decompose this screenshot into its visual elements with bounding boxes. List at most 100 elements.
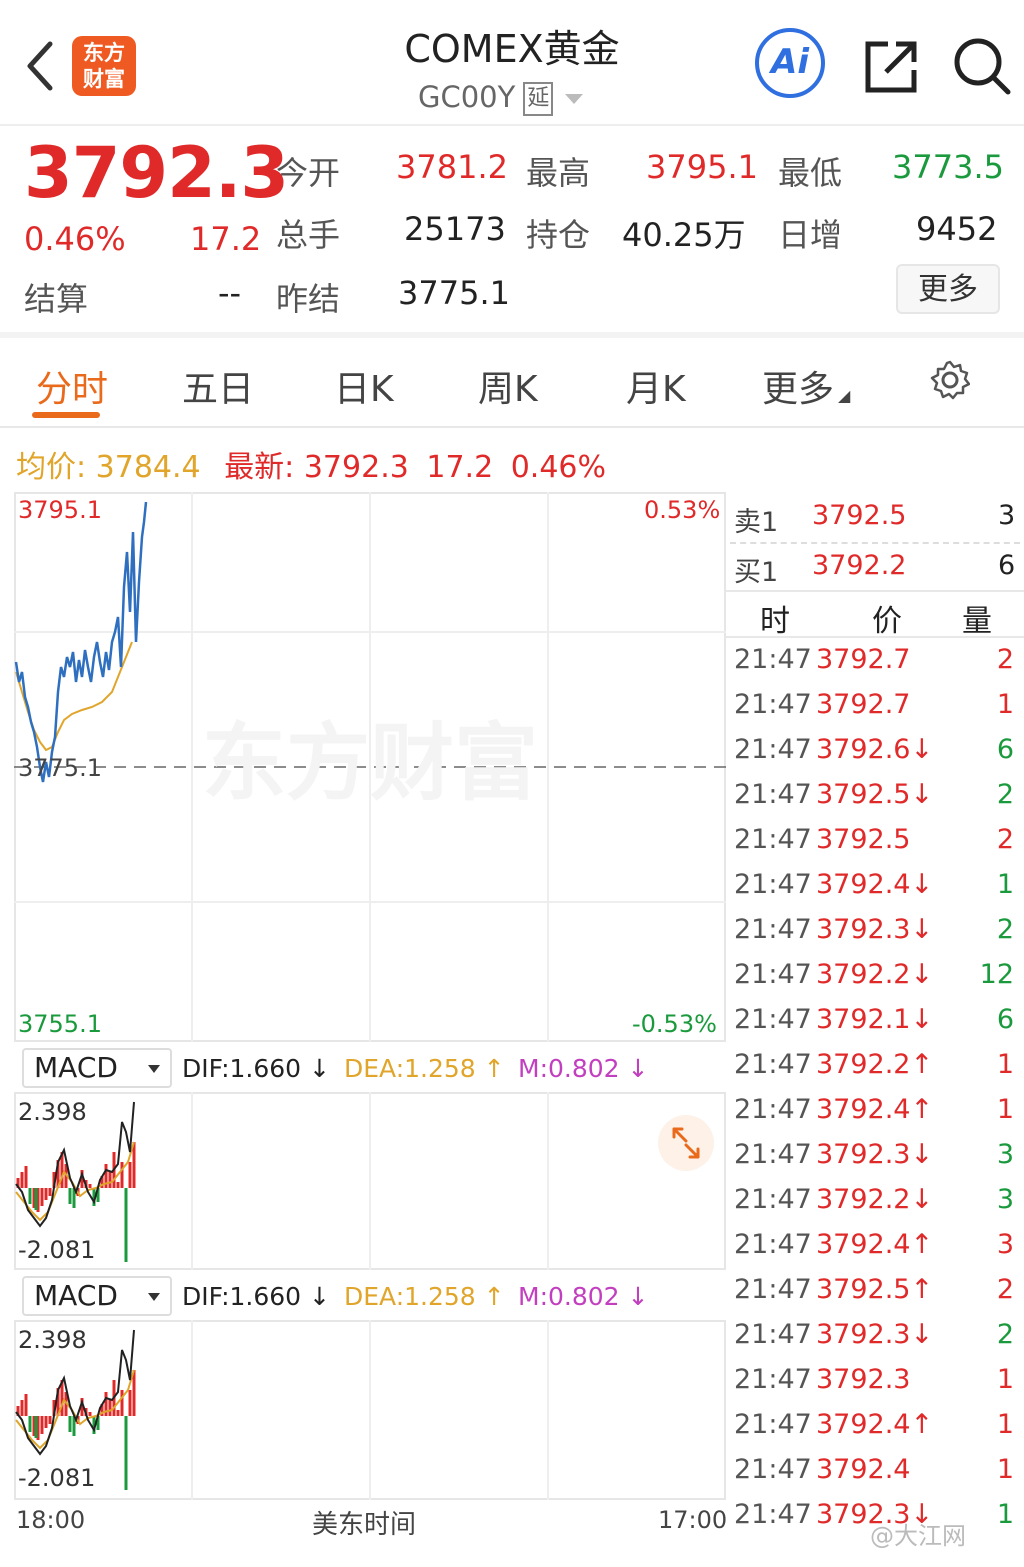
trade-qty: 2	[996, 644, 1014, 675]
change-value: 17.2	[190, 220, 262, 258]
tab-more[interactable]: 更多 ◢	[762, 360, 850, 412]
indicator-select[interactable]: MACD	[22, 1276, 172, 1316]
dea-value: DEA:1.258 ↑	[344, 1054, 505, 1083]
tab-monthly-k[interactable]: 月K	[626, 360, 686, 412]
m-value: M:0.802 ↓	[518, 1282, 649, 1311]
open-interest-label: 持仓	[526, 216, 591, 254]
expand-button[interactable]	[658, 1115, 714, 1171]
trade-time: 21:47	[734, 779, 812, 810]
trade-price: 3792.4	[816, 1454, 911, 1485]
footer-watermark: @大江网	[870, 1522, 966, 1550]
volume-label: 总手	[276, 216, 341, 254]
trade-time: 21:47	[734, 1454, 812, 1485]
trade-qty: 2	[996, 1274, 1014, 1305]
trade-time: 21:47	[734, 734, 812, 765]
low-label: 最低	[778, 154, 843, 192]
trade-time: 21:47	[734, 1364, 812, 1395]
m-value: M:0.802 ↓	[518, 1054, 649, 1083]
trade-time: 21:47	[734, 644, 812, 675]
trade-time: 21:47	[734, 689, 812, 720]
app-header: 东方 财富 COMEX黄金 GC00Y 延 Ai	[0, 0, 1024, 126]
chevron-down-icon	[148, 1293, 160, 1301]
divider	[726, 590, 1024, 592]
divider	[0, 332, 1024, 338]
trade-price: 3792.3	[816, 1364, 911, 1395]
trade-qty: 1	[996, 1454, 1014, 1485]
instrument-code[interactable]: GC00Y 延	[418, 80, 584, 116]
trade-qty: 1	[996, 1364, 1014, 1395]
high-value: 3795.1	[646, 148, 758, 186]
high-label: 最高	[526, 154, 591, 192]
gear-icon[interactable]	[930, 360, 970, 400]
tab-intraday[interactable]: 分时	[36, 360, 108, 412]
x-axis-end-label: 17:00	[658, 1506, 728, 1534]
trade-time: 21:47	[734, 824, 812, 855]
settle-label: 结算	[24, 280, 89, 318]
change-pct: 0.46%	[24, 220, 126, 258]
trade-qty: 6	[996, 734, 1014, 765]
trade-price: 3792.6↓	[816, 734, 934, 765]
trade-price: 3792.7	[816, 644, 911, 675]
y-axis-mid-label: 3775.1	[18, 754, 102, 782]
indicator-select-label: MACD	[34, 1051, 118, 1084]
tab-more-label: 更多	[762, 369, 835, 410]
daily-increase-label: 日增	[778, 216, 843, 254]
trade-qty: 1	[996, 689, 1014, 720]
x-axis-timezone-label: 美东时间	[312, 1510, 417, 1540]
corner-triangle-icon: ◢	[838, 386, 851, 405]
trade-time: 21:47	[734, 959, 812, 990]
trade-price: 3792.5↓	[816, 779, 934, 810]
y-axis-top-label: 3795.1	[18, 496, 102, 524]
divider	[0, 426, 1024, 428]
trade-time: 21:47	[734, 1139, 812, 1170]
trade-time: 21:47	[734, 1094, 812, 1125]
tab-weekly-k[interactable]: 周K	[478, 360, 538, 412]
trade-price: 3792.2↓	[816, 959, 934, 990]
dif-value: DIF:1.660 ↓	[182, 1282, 330, 1311]
active-tab-indicator	[32, 412, 100, 418]
trade-price: 3792.4↓	[816, 869, 934, 900]
prev-settle-value: 3775.1	[398, 274, 510, 312]
dea-value: DEA:1.258 ↑	[344, 1282, 505, 1311]
trade-qty: 2	[996, 914, 1014, 945]
search-icon[interactable]	[952, 36, 1012, 96]
trade-price: 3792.1↓	[816, 1004, 934, 1035]
macd-y-top-label: 2.398	[18, 1098, 87, 1126]
macd-y-bottom-label: -2.081	[18, 1464, 96, 1492]
pct-axis-top-label: 0.53%	[644, 496, 721, 524]
low-value: 3773.5	[892, 148, 1004, 186]
settle-value: --	[218, 274, 242, 312]
divider	[726, 636, 1024, 638]
latest-value: 3792.3	[303, 450, 409, 485]
chevron-down-icon	[148, 1065, 160, 1073]
macd-chart-svg	[15, 1092, 549, 1270]
bid-label: 买1	[734, 557, 779, 588]
trade-price: 3792.7	[816, 689, 911, 720]
tab-daily-k[interactable]: 日K	[334, 360, 394, 412]
trade-time: 21:47	[734, 1049, 812, 1080]
trade-price: 3792.4↑	[816, 1409, 934, 1440]
trade-qty: 1	[996, 1409, 1014, 1440]
ai-button[interactable]: Ai	[755, 28, 825, 98]
trade-time: 21:47	[734, 869, 812, 900]
daily-increase-value: 9452	[916, 210, 998, 248]
bid-qty: 6	[998, 550, 1016, 581]
info-bar: 均价: 3784.4 最新: 3792.3 17.2 0.46%	[16, 442, 606, 486]
open-interest-value: 40.25万	[622, 216, 746, 254]
more-quote-button[interactable]: 更多	[896, 264, 1000, 314]
avg-label: 均价:	[16, 450, 87, 485]
trade-price: 3792.5	[816, 824, 911, 855]
open-value: 3781.2	[396, 148, 508, 186]
tab-five-day[interactable]: 五日	[182, 360, 254, 412]
trade-qty: 1	[996, 1049, 1014, 1080]
indicator-select[interactable]: MACD	[22, 1048, 172, 1088]
divider	[730, 542, 1020, 544]
trade-price: 3792.2↓	[816, 1184, 934, 1215]
latest-label: 最新:	[224, 450, 295, 485]
bid-price: 3792.2	[812, 550, 907, 581]
trade-qty: 6	[996, 1004, 1014, 1035]
trade-price: 3792.3↓	[816, 1139, 934, 1170]
share-icon[interactable]	[862, 38, 920, 96]
ask-price: 3792.5	[812, 500, 907, 531]
trade-qty: 1	[996, 1499, 1014, 1530]
